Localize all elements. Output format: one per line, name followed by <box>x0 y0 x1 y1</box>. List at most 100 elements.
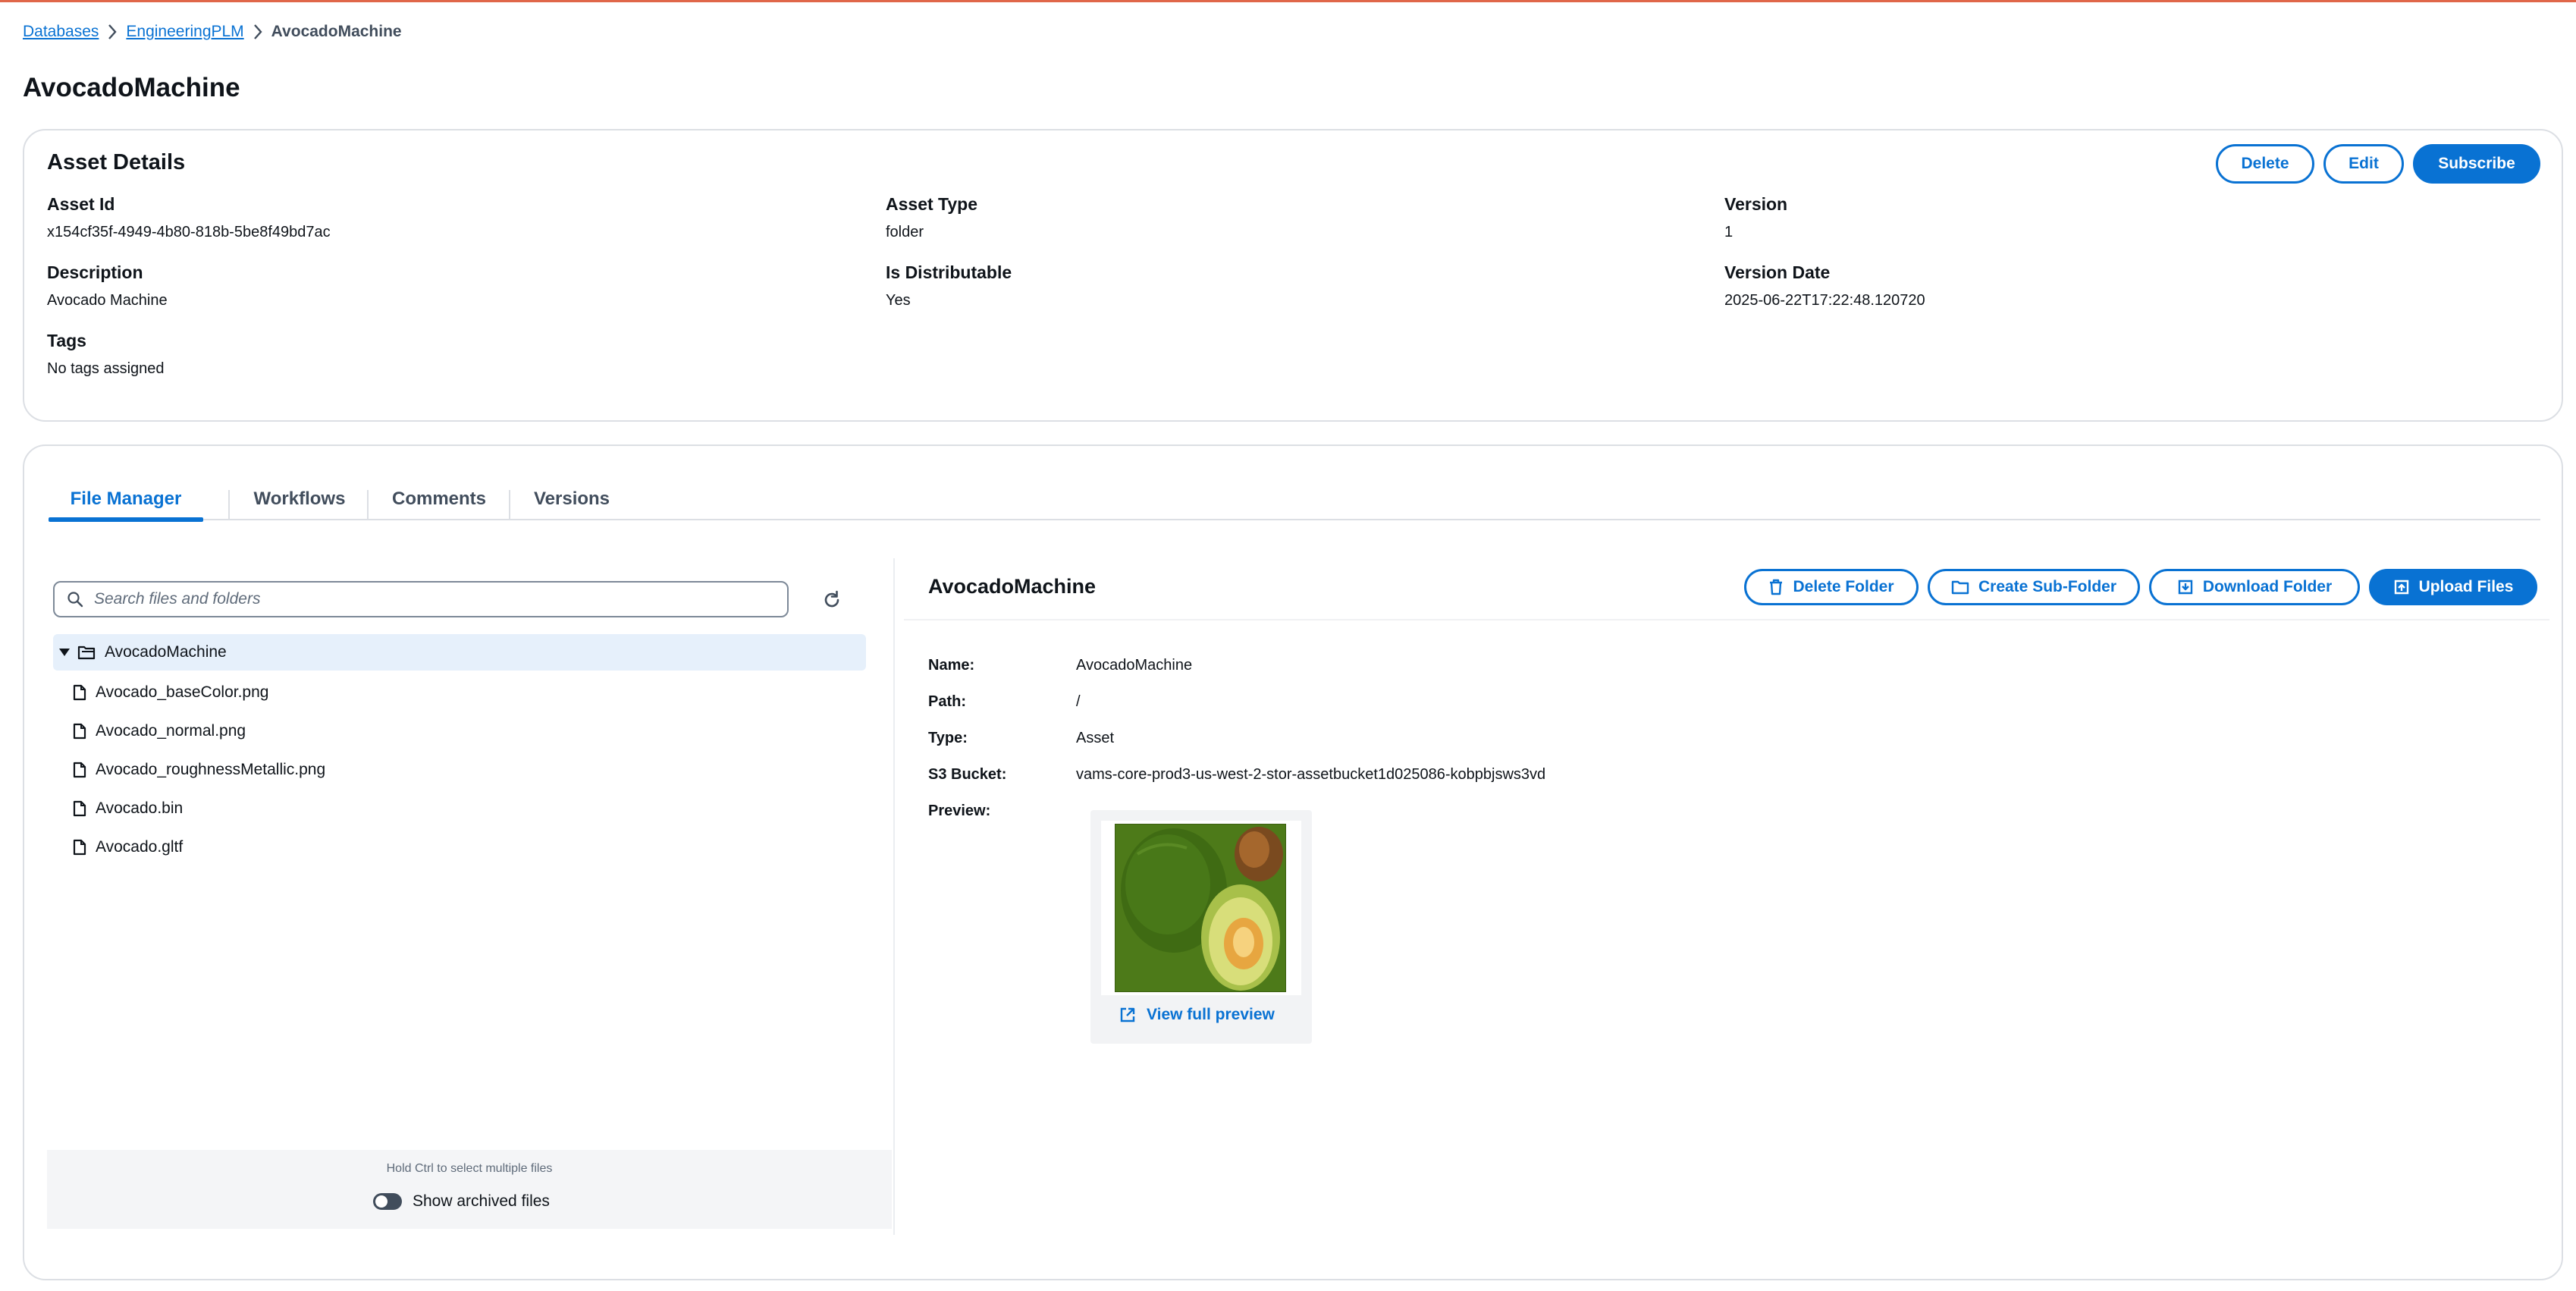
breadcrumb-engineeringplm[interactable]: EngineeringPLM <box>126 23 243 41</box>
detail-title: AvocadoMachine <box>928 575 1097 598</box>
file-label: Avocado.gltf <box>96 837 184 856</box>
tags-label: Tags <box>47 331 86 350</box>
delete-folder-label: Delete Folder <box>1793 578 1894 595</box>
preview-label: Preview: <box>928 803 991 819</box>
preview-card: View full preview <box>1090 810 1312 1044</box>
search-icon <box>67 591 83 608</box>
asset-type-field: Asset Type folder <box>886 194 977 241</box>
detail-header: AvocadoMachine Delete Folder Create Sub-… <box>904 558 2549 620</box>
page-title: AvocadoMachine <box>23 73 240 102</box>
asset-type-value: folder <box>886 224 924 240</box>
file-label: Avocado_normal.png <box>96 721 246 740</box>
download-folder-label: Download Folder <box>2202 578 2333 595</box>
search-field[interactable] <box>53 581 789 617</box>
file-icon <box>73 839 86 856</box>
asset-details-panel: Asset Details Delete Edit Subscribe Asse… <box>23 129 2563 422</box>
tree-footer: Hold Ctrl to select multiple files Show … <box>47 1150 892 1229</box>
search-input[interactable] <box>94 590 761 608</box>
upload-icon <box>2394 580 2408 595</box>
tags-field: Tags No tags assigned <box>47 331 165 378</box>
version-value: 1 <box>1724 224 1734 240</box>
folder-detail-pane: AvocadoMachine Delete Folder Create Sub-… <box>904 558 2557 1235</box>
trash-icon <box>1770 579 1783 595</box>
asset-details-title: Asset Details <box>47 150 186 174</box>
folder-icon <box>1951 580 1969 595</box>
create-sub-folder-button[interactable]: Create Sub-Folder <box>1928 569 2140 605</box>
asset-id-field: Asset Id x154cf35f-4949-4b80-818b-5be8f4… <box>47 194 331 241</box>
file-icon <box>73 800 86 817</box>
asset-id-label: Asset Id <box>47 194 115 214</box>
path-value: / <box>1076 693 1081 710</box>
subscribe-button[interactable]: Subscribe <box>2413 144 2540 184</box>
version-date-value: 2025-06-22T17:22:48.120720 <box>1724 292 1925 309</box>
breadcrumb-current: AvocadoMachine <box>271 23 402 40</box>
description-field: Description Avocado Machine <box>47 262 168 309</box>
version-label: Version <box>1724 194 1788 214</box>
tab-comments[interactable]: Comments <box>369 478 510 520</box>
file-icon <box>73 723 86 740</box>
path-label: Path: <box>928 693 966 710</box>
preview-frame[interactable] <box>1101 821 1301 995</box>
edit-button[interactable]: Edit <box>2323 144 2404 184</box>
tree-root-folder[interactable]: AvocadoMachine <box>53 634 866 671</box>
description-value: Avocado Machine <box>47 292 168 309</box>
tree-file-item[interactable]: Avocado_normal.png <box>53 711 866 750</box>
breadcrumb-databases[interactable]: Databases <box>23 23 99 41</box>
file-icon <box>73 684 86 701</box>
caret-down-icon[interactable] <box>58 646 71 658</box>
asset-type-label: Asset Type <box>886 194 978 214</box>
tags-value: No tags assigned <box>47 360 165 377</box>
s3-bucket-label: S3 Bucket: <box>928 766 1007 783</box>
version-date-field: Version Date 2025-06-22T17:22:48.120720 <box>1724 262 1925 309</box>
tab-separator <box>509 490 510 520</box>
tab-separator <box>228 490 230 520</box>
download-icon <box>2178 580 2193 595</box>
refresh-icon[interactable] <box>820 589 843 611</box>
is-distributable-label: Is Distributable <box>886 262 1012 282</box>
tab-workflows[interactable]: Workflows <box>231 478 369 520</box>
version-date-label: Version Date <box>1724 262 1831 282</box>
upload-files-label: Upload Files <box>2418 578 2514 595</box>
tab-file-manager[interactable]: File Manager <box>49 478 203 522</box>
file-label: Avocado.bin <box>96 799 184 817</box>
breadcrumb: Databases EngineeringPLM AvocadoMachine <box>23 20 402 44</box>
tree-file-item[interactable]: Avocado.bin <box>53 789 866 828</box>
tree-file-item[interactable]: Avocado.gltf <box>53 828 866 866</box>
upload-files-button[interactable]: Upload Files <box>2369 569 2537 605</box>
file-tree: AvocadoMachine Avocado_baseColor.png Avo… <box>53 634 866 866</box>
name-value: AvocadoMachine <box>1076 657 1193 674</box>
multi-select-hint: Hold Ctrl to select multiple files <box>386 1162 553 1175</box>
asset-id-value: x154cf35f-4949-4b80-818b-5be8f49bd7ac <box>47 224 331 240</box>
show-archived-row: Show archived files <box>373 1192 550 1211</box>
avocado-texture-preview <box>1115 824 1286 992</box>
is-distributable-value: Yes <box>886 292 911 309</box>
show-archived-toggle[interactable] <box>373 1193 402 1210</box>
file-manager-panel: File Manager Workflows Comments Versions <box>23 444 2563 1280</box>
type-value: Asset <box>1076 730 1115 746</box>
tab-bar: File Manager Workflows Comments Versions <box>49 478 2540 522</box>
description-label: Description <box>47 262 143 282</box>
version-field: Version 1 <box>1724 194 1787 241</box>
delete-folder-button[interactable]: Delete Folder <box>1744 569 1919 605</box>
type-label: Type: <box>928 730 968 746</box>
tab-versions[interactable]: Versions <box>511 478 632 520</box>
tree-file-item[interactable]: Avocado_roughnessMetallic.png <box>53 750 866 789</box>
tree-root-label: AvocadoMachine <box>105 643 227 661</box>
external-link-icon <box>1120 1007 1135 1022</box>
name-label: Name: <box>928 657 975 674</box>
chevron-right-icon <box>99 24 126 40</box>
is-distributable-field: Is Distributable Yes <box>886 262 1012 309</box>
file-icon <box>73 762 86 778</box>
delete-button[interactable]: Delete <box>2216 144 2314 184</box>
show-archived-label: Show archived files <box>413 1192 550 1210</box>
file-tree-pane: AvocadoMachine Avocado_baseColor.png Avo… <box>47 558 895 1235</box>
view-full-preview-link[interactable]: View full preview <box>1119 1006 1275 1024</box>
download-folder-button[interactable]: Download Folder <box>2149 569 2360 605</box>
chevron-right-icon <box>244 24 271 40</box>
create-sub-folder-label: Create Sub-Folder <box>1978 578 2117 595</box>
folder-icon <box>77 644 96 661</box>
file-label: Avocado_roughnessMetallic.png <box>96 760 326 778</box>
tree-file-item[interactable]: Avocado_baseColor.png <box>53 673 866 711</box>
top-accent-line <box>0 0 2576 2</box>
view-full-preview-label: View full preview <box>1147 1006 1275 1023</box>
